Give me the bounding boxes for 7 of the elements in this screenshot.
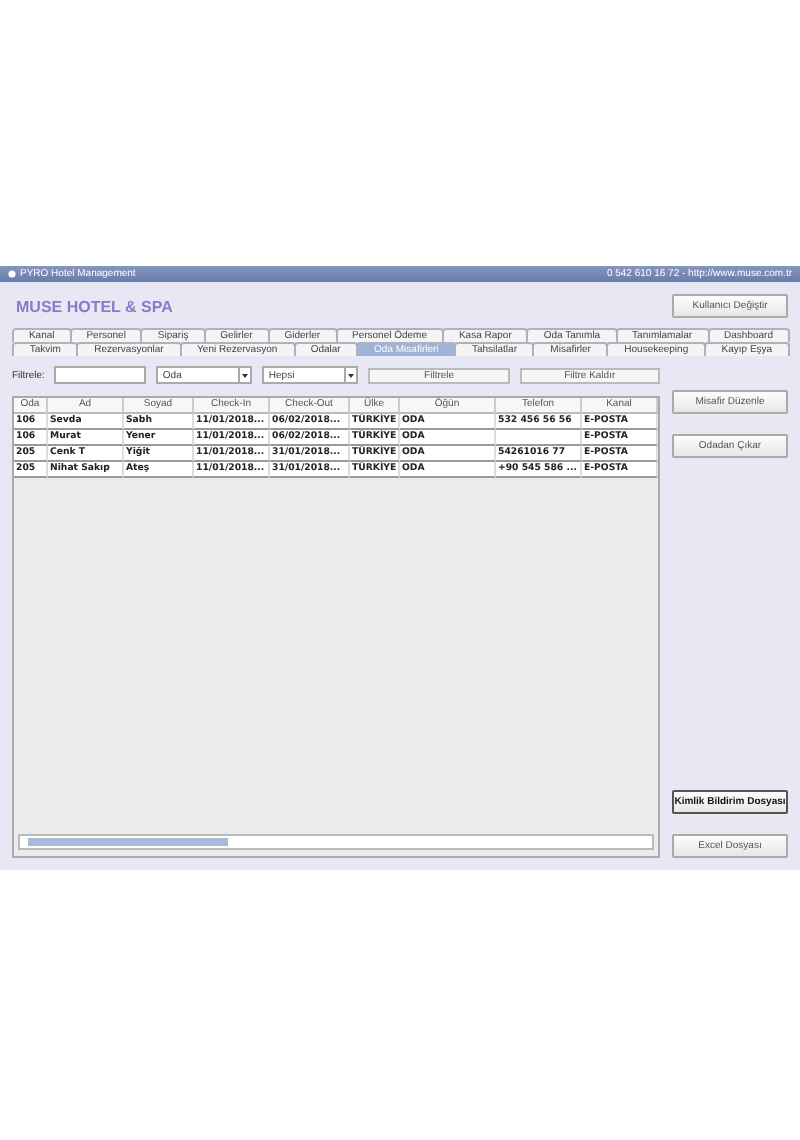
- app-icon: [8, 270, 16, 278]
- filter-input[interactable]: [54, 366, 147, 384]
- table-cell: [496, 430, 582, 446]
- hotel-name: MUSE HOTEL & SPA: [16, 297, 173, 315]
- horizontal-scrollbar[interactable]: [18, 834, 654, 850]
- dropdown-arrow-icon: [344, 368, 357, 382]
- dropdown-arrow-icon: [238, 368, 251, 382]
